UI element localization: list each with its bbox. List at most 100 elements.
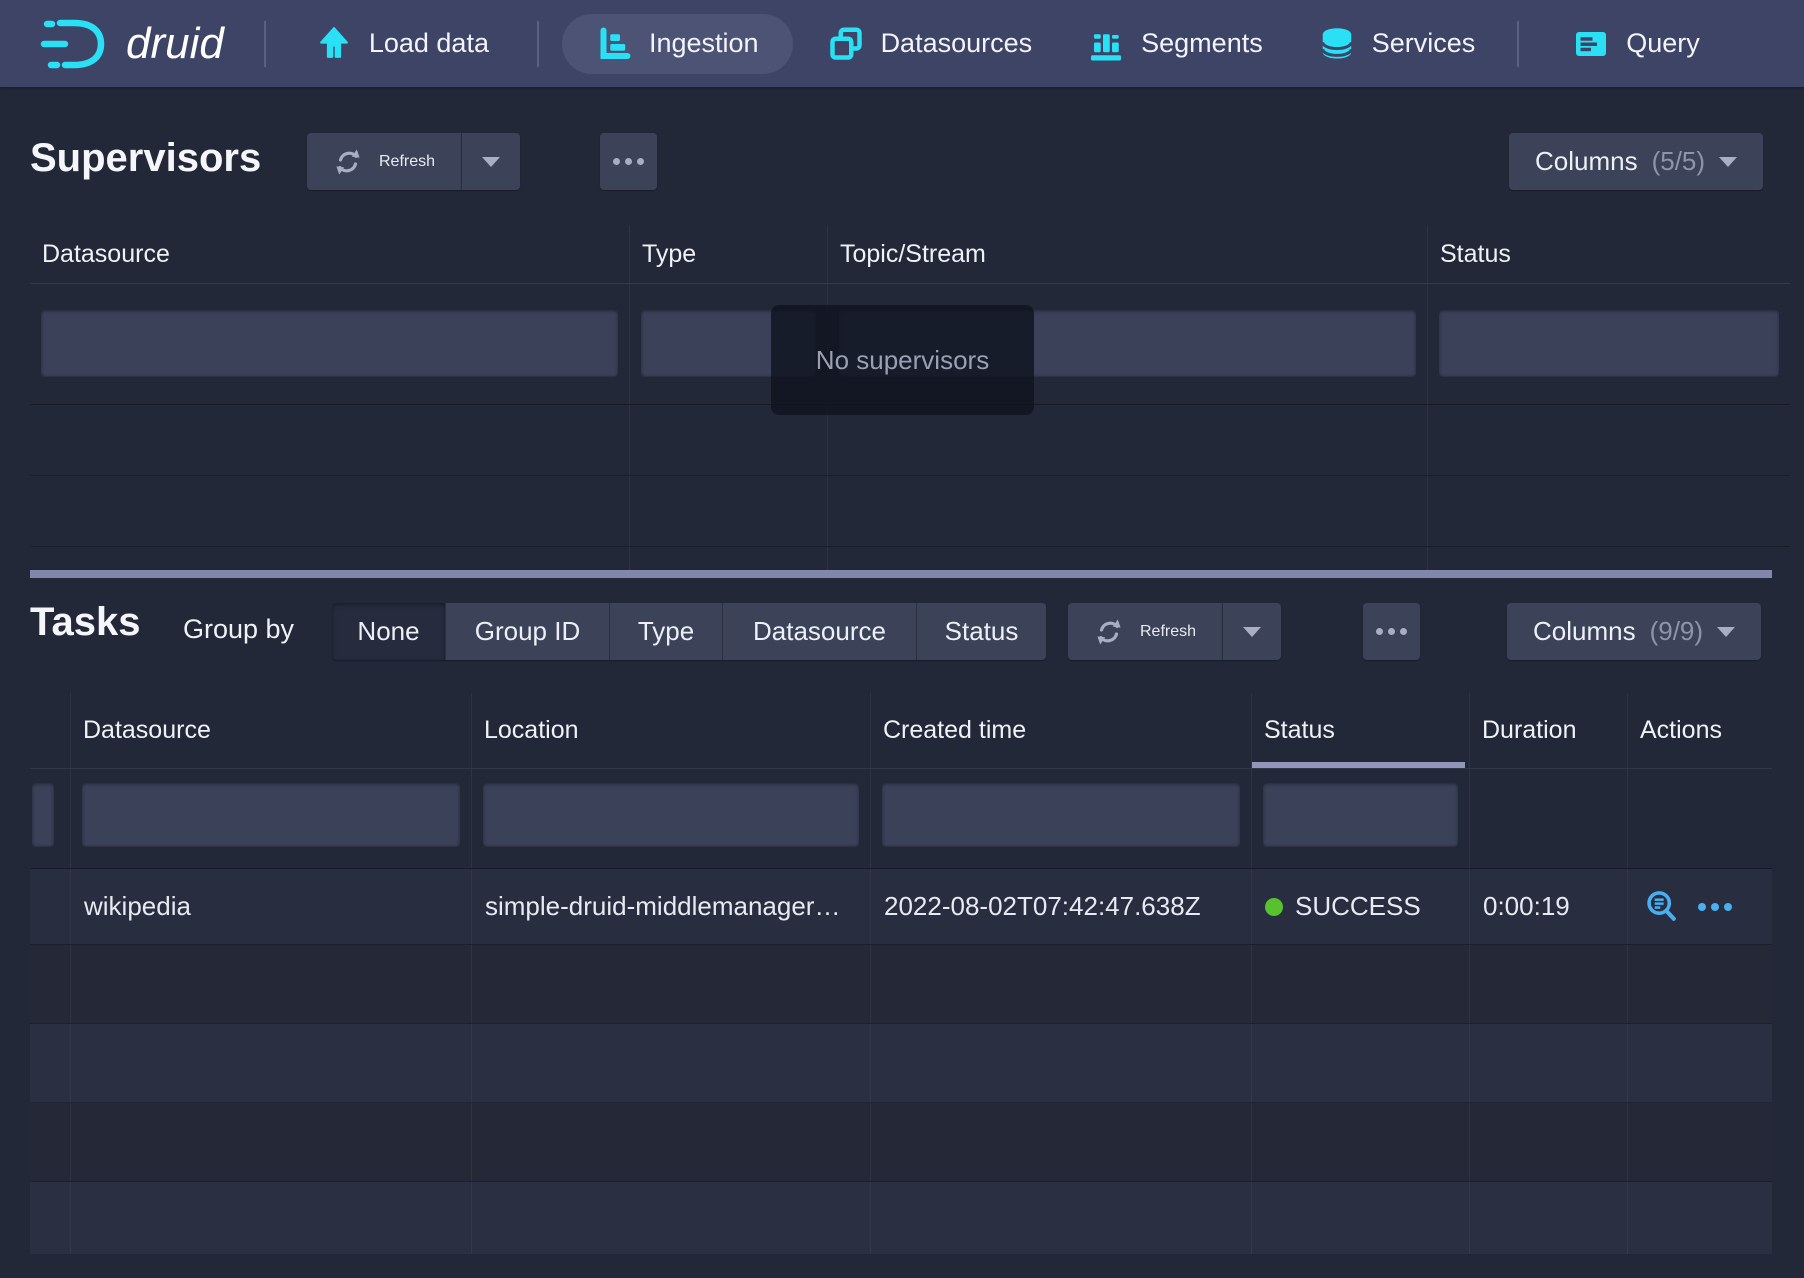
task-actions-menu-icon[interactable] — [1698, 903, 1732, 911]
column-header-status[interactable]: Status — [1252, 693, 1470, 768]
group-by-none-button[interactable]: None — [332, 603, 445, 660]
column-header-status[interactable]: Status — [1428, 225, 1790, 283]
more-icon — [613, 158, 644, 165]
group-by-group-id-button[interactable]: Group ID — [445, 603, 609, 660]
group-by-status-button[interactable]: Status — [916, 603, 1046, 660]
column-header-duration[interactable]: Duration — [1470, 693, 1628, 768]
column-header-topic-stream[interactable]: Topic/Stream — [828, 225, 1428, 283]
task-details-magnifier-icon[interactable] — [1644, 889, 1680, 925]
refresh-icon — [333, 147, 363, 177]
supervisors-header-row: Datasource Type Topic/Stream Status — [30, 225, 1790, 284]
nav-item-ingestion[interactable]: Ingestion — [562, 14, 793, 74]
status-filter-input[interactable] — [1439, 310, 1779, 376]
navbar-divider — [1517, 21, 1519, 67]
tasks-refresh-button[interactable]: Refresh — [1068, 603, 1222, 660]
nav-label: Services — [1372, 28, 1476, 59]
chevron-down-icon — [1719, 157, 1737, 167]
column-header-actions[interactable]: Actions — [1628, 693, 1772, 768]
cell-actions — [1628, 869, 1772, 944]
tasks-filter-row — [30, 769, 1772, 869]
brand-name[interactable]: druid — [126, 19, 224, 69]
druid-logo-icon[interactable] — [38, 16, 116, 72]
nav-label: Ingestion — [649, 28, 759, 59]
status-filter-input[interactable] — [1263, 783, 1458, 846]
tasks-title: Tasks — [30, 600, 140, 645]
tasks-refresh-dropdown-button[interactable] — [1222, 603, 1281, 660]
tasks-header-row: Datasource Location Created time Status … — [30, 693, 1772, 769]
supervisors-refresh-dropdown-button[interactable] — [461, 133, 520, 190]
tasks-columns-button[interactable]: Columns(9/9) — [1507, 603, 1761, 660]
tasks-more-button[interactable] — [1363, 603, 1420, 660]
tasks-refresh-split-button: Refresh — [1068, 603, 1281, 660]
group-by-label: Group by — [183, 614, 294, 645]
upload-icon — [316, 26, 352, 62]
sort-indicator — [1252, 762, 1465, 768]
chevron-down-icon — [1243, 627, 1261, 637]
hidden-column-filter-input[interactable] — [32, 783, 54, 846]
cell-duration: 0:00:19 — [1470, 869, 1628, 944]
column-header-type[interactable]: Type — [630, 225, 828, 283]
nav-item-query[interactable]: Query — [1573, 26, 1700, 62]
status-text: SUCCESS — [1295, 869, 1421, 944]
column-header-hidden[interactable] — [30, 693, 71, 768]
datasource-filter-input[interactable] — [82, 783, 460, 846]
nav-label: Datasources — [881, 28, 1033, 59]
refresh-icon — [1094, 617, 1124, 647]
more-icon — [1376, 628, 1407, 635]
group-by-datasource-button[interactable]: Datasource — [722, 603, 916, 660]
cell-datasource: wikipedia — [71, 869, 472, 944]
horizontal-scrollbar[interactable] — [30, 570, 1772, 578]
navbar: druid Load data Ingestion Datasources — [0, 0, 1804, 87]
refresh-label: Refresh — [379, 153, 435, 171]
datasource-filter-input[interactable] — [41, 310, 618, 376]
services-icon — [1319, 26, 1355, 62]
empty-row — [30, 476, 1790, 547]
task-row-wikipedia[interactable]: wikipedia simple-druid-middlemanager… 20… — [30, 869, 1772, 945]
ingestion-icon — [596, 26, 632, 62]
group-by-button-group: None Group ID Type Datasource Status — [332, 603, 1046, 660]
nav-label: Query — [1626, 28, 1700, 59]
empty-row — [30, 1103, 1772, 1182]
empty-row — [30, 1024, 1772, 1103]
nav-label: Segments — [1141, 28, 1263, 59]
no-supervisors-overlay: No supervisors — [771, 305, 1034, 415]
supervisors-table: Datasource Type Topic/Stream Status No s… — [30, 225, 1790, 578]
columns-count: (9/9) — [1650, 616, 1703, 647]
druid-console: druid Load data Ingestion Datasources — [0, 0, 1804, 1278]
tasks-table: Datasource Location Created time Status … — [30, 693, 1772, 1248]
cell-created-time: 2022-08-02T07:42:47.638Z — [871, 869, 1252, 944]
nav-item-load-data[interactable]: Load data — [316, 26, 489, 62]
supervisors-refresh-split-button: Refresh — [307, 133, 520, 190]
created-time-filter-input[interactable] — [882, 783, 1240, 846]
navbar-divider — [264, 21, 266, 67]
empty-row — [30, 945, 1772, 1024]
empty-message: No supervisors — [816, 345, 989, 376]
columns-count: (5/5) — [1652, 146, 1705, 177]
supervisors-more-button[interactable] — [600, 133, 657, 190]
chevron-down-icon — [482, 157, 500, 167]
nav-item-datasources[interactable]: Datasources — [828, 26, 1033, 62]
empty-row — [30, 405, 1790, 476]
supervisors-title: Supervisors — [30, 136, 261, 181]
empty-row — [30, 1182, 1772, 1254]
query-icon — [1573, 26, 1609, 62]
column-header-location[interactable]: Location — [472, 693, 871, 768]
refresh-label: Refresh — [1140, 623, 1196, 641]
location-filter-input[interactable] — [483, 783, 859, 846]
group-by-type-button[interactable]: Type — [609, 603, 722, 660]
cell-status: SUCCESS — [1252, 869, 1470, 944]
supervisors-columns-button[interactable]: Columns (5/5) — [1509, 133, 1763, 190]
navbar-divider — [537, 21, 539, 67]
column-header-datasource[interactable]: Datasource — [30, 225, 630, 283]
segments-icon — [1088, 26, 1124, 62]
column-header-created-time[interactable]: Created time — [871, 693, 1252, 768]
columns-label: Columns — [1535, 146, 1638, 177]
chevron-down-icon — [1717, 627, 1735, 637]
supervisors-refresh-button[interactable]: Refresh — [307, 133, 461, 190]
nav-item-services[interactable]: Services — [1319, 26, 1476, 62]
nav-item-segments[interactable]: Segments — [1088, 26, 1263, 62]
cell-location: simple-druid-middlemanager… — [472, 869, 871, 944]
nav-label: Load data — [369, 28, 489, 59]
column-header-datasource[interactable]: Datasource — [71, 693, 472, 768]
datasources-icon — [828, 26, 864, 62]
